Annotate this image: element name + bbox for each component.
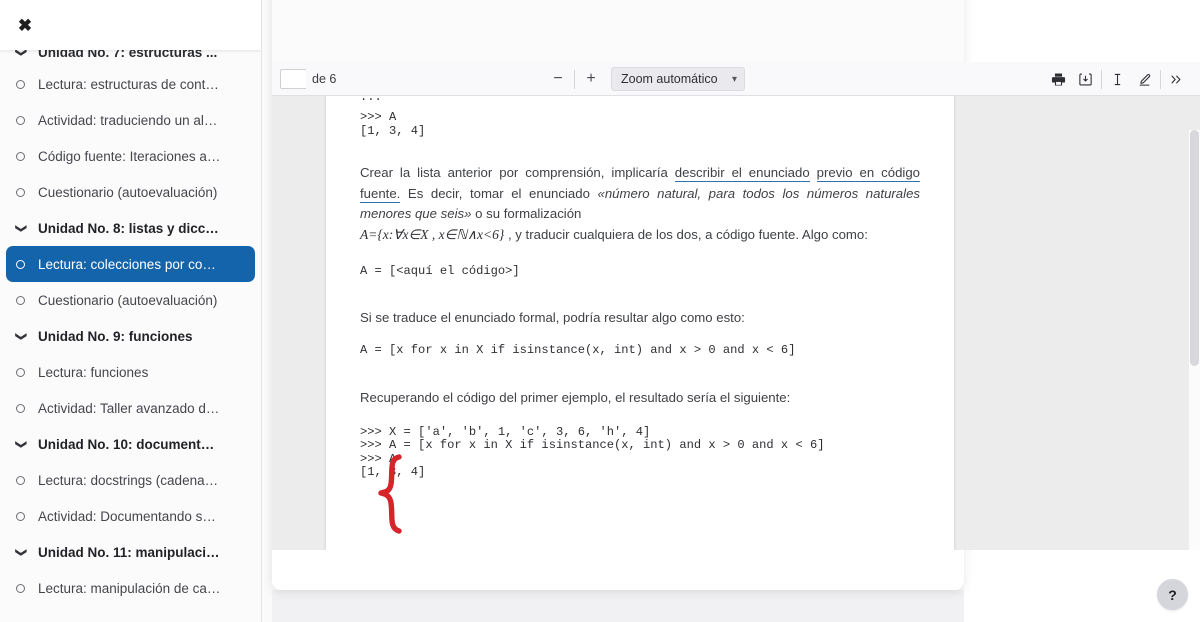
sidebar-item-label: Lectura: estructuras de cont… [38, 76, 219, 92]
page-total-label: de 6 [312, 71, 337, 86]
sidebar-item-11[interactable]: ❯ Unidad No. 10: document… [6, 426, 255, 462]
zoom-in-button[interactable]: + [577, 66, 605, 92]
pdf-scrollbar-thumb[interactable] [1190, 130, 1199, 366]
course-index-sidebar: ✖ ❯ Unidad No. 7: estructuras ... Lectura:… [0, 0, 262, 622]
pdf-clipped-line: ... [360, 96, 382, 104]
sidebar-item-label: Unidad No. 8: listas y dicc… [38, 220, 219, 236]
sidebar-item-label: Código fuente: Iteraciones a… [38, 148, 221, 164]
pdf-code-block-4: >>> X = ['a', 'b', 1, 'c', 3, 6, 'h', 4]… [360, 425, 825, 480]
pdf-code-block-2: A = [<aquí el código>] [360, 264, 520, 278]
sidebar-item-4[interactable]: Cuestionario (autoevaluación) [6, 174, 255, 210]
chevron-down-icon: ❯ [15, 223, 28, 233]
para1-text-b: Es decir, tomar el enunciado [400, 185, 598, 201]
pdf-toolbar: de 6 − + Zoom automático ▾ [272, 62, 1200, 96]
chevron-down-icon: ❯ [15, 439, 28, 449]
pdf-paragraph-1: Crear la lista anterior por comprensión,… [360, 163, 921, 225]
pdf-canvas-area[interactable]: ... >>> A [1, 3, 4] Crear la lista anter… [272, 96, 1200, 550]
close-icon[interactable]: ✖ [14, 14, 36, 36]
circle-icon [16, 475, 38, 485]
sidebar-item-3[interactable]: Código fuente: Iteraciones a… [6, 138, 255, 174]
sidebar-item-8[interactable]: ❯ Unidad No. 9: funciones [6, 318, 255, 354]
sidebar-item-10[interactable]: Actividad: Taller avanzado d… [6, 390, 255, 426]
toolbar-separator [574, 69, 575, 89]
print-icon[interactable] [1045, 66, 1072, 92]
pdf-page: ... >>> A [1, 3, 4] Crear la lista anter… [326, 96, 954, 550]
pdf-math-formula: A={x:∀x∈X , x∈ℕ∧x<6} [360, 226, 505, 242]
circle-icon [16, 367, 38, 377]
sidebar-item-label: Lectura: docstrings (cadena… [38, 472, 219, 488]
para1-text-c: o su formalización [471, 206, 582, 221]
sidebar-header: ✖ [0, 0, 261, 50]
sidebar-item-0[interactable]: ❯ Unidad No. 7: estructuras ... [6, 50, 255, 66]
circle-icon [16, 403, 38, 413]
sidebar-item-6[interactable]: Lectura: colecciones por co… [6, 246, 255, 282]
para1-underlined-1: describir el enunciado [674, 165, 810, 182]
sidebar-item-label: Actividad: traduciendo un al… [38, 112, 218, 128]
circle-icon [16, 79, 38, 89]
sidebar-item-label: Unidad No. 7: estructuras ... [38, 50, 218, 60]
circle-icon [16, 511, 38, 521]
sidebar-item-label: Cuestionario (autoevaluación) [38, 292, 218, 308]
chevron-down-icon: ❯ [15, 50, 28, 57]
circle-icon [16, 151, 38, 161]
sidebar-item-label: Unidad No. 9: funciones [38, 328, 193, 344]
chevron-down-icon: ❯ [15, 331, 28, 341]
pdf-paragraph-2: Si se traduce el enunciado formal, podrí… [360, 309, 745, 325]
sidebar-item-15[interactable]: Lectura: manipulación de ca… [6, 570, 255, 606]
app-root: de 6 − + Zoom automático ▾ ... >>> A [1,… [0, 0, 1200, 622]
pdf-page-content: ... >>> A [1, 3, 4] Crear la lista anter… [326, 96, 954, 480]
sidebar-item-13[interactable]: Actividad: Documentando s… [6, 498, 255, 534]
toolbar-separator [1160, 69, 1161, 89]
toolbar-separator [1101, 69, 1102, 89]
chevron-down-icon: ❯ [15, 547, 28, 557]
sidebar-item-label: Actividad: Taller avanzado d… [38, 400, 220, 416]
zoom-level-select[interactable]: Zoom automático ▾ [611, 67, 745, 91]
sidebar-item-2[interactable]: Actividad: traduciendo un al… [6, 102, 255, 138]
sidebar-item-label: Unidad No. 11: manipulaci… [38, 544, 220, 560]
zoom-out-button[interactable]: − [544, 66, 572, 92]
sidebar-item-9[interactable]: Lectura: funciones [6, 354, 255, 390]
page-background-bottom [272, 590, 964, 622]
sidebar-item-5[interactable]: ❯ Unidad No. 8: listas y dicc… [6, 210, 255, 246]
circle-icon [16, 259, 38, 269]
page-number-group: de 6 [272, 62, 336, 96]
pdf-formula-tail: , y traducir cualquiera de los dos, a có… [507, 226, 868, 242]
pdf-viewer: de 6 − + Zoom automático ▾ ... >>> A [1,… [272, 62, 1200, 550]
sidebar-item-label: Lectura: funciones [38, 364, 149, 380]
text-select-icon[interactable] [1104, 66, 1131, 92]
highlighter-icon[interactable] [1131, 66, 1158, 92]
circle-icon [16, 295, 38, 305]
sidebar-item-label: Unidad No. 10: document… [38, 436, 215, 452]
help-button[interactable]: ? [1157, 579, 1188, 610]
sidebar-item-label: Actividad: Documentando s… [38, 508, 216, 524]
sidebar-item-list[interactable]: ❯ Unidad No. 7: estructuras ... Lectura: e… [0, 50, 261, 622]
circle-icon [16, 115, 38, 125]
sidebar-item-label: Lectura: manipulación de ca… [38, 580, 221, 596]
pdf-code-block-1: >>> A [1, 3, 4] [360, 110, 426, 138]
zoom-level-label: Zoom automático [621, 72, 718, 86]
sidebar-item-1[interactable]: Lectura: estructuras de cont… [6, 66, 255, 102]
save-icon[interactable] [1072, 66, 1099, 92]
pdf-vertical-scrollbar[interactable] [1188, 130, 1200, 550]
chevron-down-icon: ▾ [731, 73, 737, 85]
sidebar-item-12[interactable]: Lectura: docstrings (cadena… [6, 462, 255, 498]
pdf-toolbar-right-tools [1045, 62, 1190, 96]
sidebar-item-14[interactable]: ❯ Unidad No. 11: manipulaci… [6, 534, 255, 570]
pdf-formula-paragraph: A={x:∀x∈X , x∈ℕ∧x<6} , y traducir cualqu… [360, 225, 920, 246]
page-number-input[interactable] [280, 68, 306, 89]
pdf-code-block-3: A = [x for x in X if isinstance(x, int) … [360, 343, 796, 357]
pdf-paragraph-3: Recuperando el código del primer ejemplo… [360, 389, 791, 405]
sidebar-item-7[interactable]: Cuestionario (autoevaluación) [6, 282, 255, 318]
sidebar-item-label: Lectura: colecciones por co… [38, 256, 216, 272]
para1-text-a: Crear la lista anterior por comprensión,… [360, 165, 675, 180]
zoom-controls: − + Zoom automático ▾ [544, 62, 745, 96]
circle-icon [16, 583, 38, 593]
circle-icon [16, 187, 38, 197]
more-tools-icon[interactable] [1163, 66, 1190, 92]
sidebar-item-label: Cuestionario (autoevaluación) [38, 184, 218, 200]
